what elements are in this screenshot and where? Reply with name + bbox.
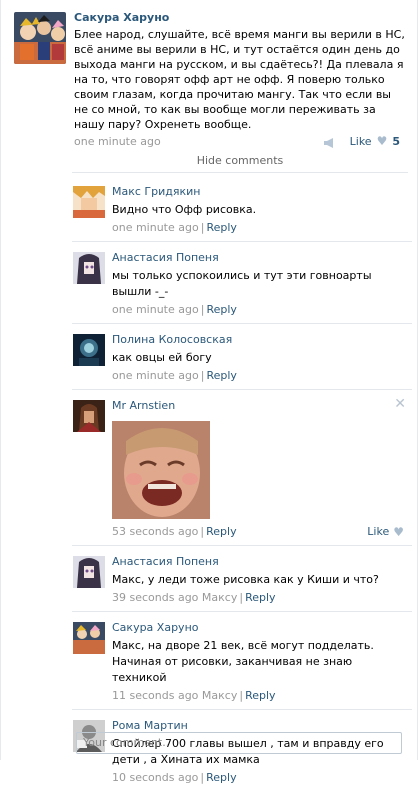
reply-to-name[interactable]: Максу bbox=[202, 689, 237, 702]
comment-text: Макс, на дворе 21 век, всё могут поддела… bbox=[112, 639, 374, 684]
comment-text: мы только успокоились и тут эти говноарт… bbox=[112, 269, 372, 298]
comment-author[interactable]: Полина Колосовская bbox=[112, 332, 408, 347]
comment-body: Сакура Харуно Макс, на дворе 21 век, всё… bbox=[112, 620, 408, 703]
post-author[interactable]: Сакура Харуно bbox=[74, 10, 408, 25]
comment: Полина Колосовская как овцы ей богу one … bbox=[72, 323, 412, 389]
avatar[interactable] bbox=[14, 12, 66, 64]
reply-button[interactable]: Reply bbox=[245, 591, 275, 604]
megaphone-icon[interactable] bbox=[323, 137, 337, 148]
comment-text: Видно что Офф рисовка. bbox=[112, 203, 257, 216]
avatar[interactable] bbox=[73, 186, 105, 218]
comment-author[interactable]: Макс Гридякин bbox=[112, 184, 408, 199]
separator: | bbox=[239, 689, 244, 702]
comment-time[interactable]: 53 seconds ago bbox=[112, 525, 198, 538]
comment-like[interactable]: Like ♥ bbox=[367, 525, 404, 539]
comment: ✕ Mr Arnstien 53 seconds ago | Reply Lik… bbox=[72, 389, 412, 545]
comment-body: Mr Arnstien 53 seconds ago | Reply Like … bbox=[112, 398, 408, 539]
comment: Анастасия Попеня Макс, у леди тоже рисов… bbox=[72, 545, 412, 611]
like-button[interactable]: Like bbox=[367, 525, 389, 539]
comment-time[interactable]: 39 seconds ago bbox=[112, 591, 198, 604]
comment-time[interactable]: one minute ago bbox=[112, 221, 199, 234]
separator: | bbox=[200, 525, 205, 538]
separator: | bbox=[200, 221, 205, 234]
close-icon[interactable]: ✕ bbox=[394, 396, 406, 412]
like-count: 5 bbox=[392, 135, 400, 148]
comment-body: Анастасия Попеня Макс, у леди тоже рисов… bbox=[112, 554, 408, 605]
comment-body: Анастасия Попеня мы только успокоились и… bbox=[112, 250, 408, 317]
post-actions: Like ♥ 5 bbox=[323, 134, 400, 149]
avatar[interactable] bbox=[73, 622, 105, 654]
comment-author[interactable]: Анастасия Попеня bbox=[112, 554, 408, 569]
avatar[interactable] bbox=[73, 556, 105, 588]
comment-meta: one minute ago | Reply bbox=[112, 221, 408, 235]
comment-meta: one minute ago | Reply bbox=[112, 303, 408, 317]
comment-text: Макс, у леди тоже рисовка как у Киши и ч… bbox=[112, 573, 379, 586]
comment-time[interactable]: 11 seconds ago bbox=[112, 689, 198, 702]
avatar[interactable] bbox=[73, 334, 105, 366]
comment-meta: one minute ago | Reply bbox=[112, 369, 408, 383]
comment-meta: 11 seconds ago Максу | Reply bbox=[112, 689, 408, 703]
comments-list: Макс Гридякин Видно что Офф рисовка. one… bbox=[72, 176, 412, 791]
avatar[interactable] bbox=[73, 252, 105, 284]
heart-icon[interactable]: ♥ bbox=[393, 525, 404, 539]
comment-author[interactable]: Анастасия Попеня bbox=[112, 250, 408, 265]
comment: Сакура Харуно Макс, на дворе 21 век, всё… bbox=[72, 611, 412, 709]
comment-author[interactable]: Mr Arnstien bbox=[112, 398, 408, 413]
separator: | bbox=[239, 591, 244, 604]
comment-author[interactable]: Рома Мартин bbox=[112, 718, 408, 733]
comment-input[interactable]: Your comment.. bbox=[76, 732, 402, 754]
reply-button[interactable]: Reply bbox=[206, 303, 236, 316]
reply-button[interactable]: Reply bbox=[206, 771, 236, 784]
comment: Анастасия Попеня мы только успокоились и… bbox=[72, 241, 412, 323]
attached-photo[interactable] bbox=[112, 421, 210, 519]
post-time[interactable]: one minute ago bbox=[74, 135, 161, 148]
reply-button[interactable]: Reply bbox=[206, 525, 236, 538]
post-body: Сакура Харуно Блее народ, слушайте, всё … bbox=[74, 10, 408, 150]
comment-body: Полина Колосовская как овцы ей богу one … bbox=[112, 332, 408, 383]
comment: Макс Гридякин Видно что Офф рисовка. one… bbox=[72, 176, 412, 241]
reply-button[interactable]: Reply bbox=[245, 689, 275, 702]
hide-comments-button[interactable]: Hide comments bbox=[72, 150, 408, 173]
comment-meta: 10 seconds ago | Reply bbox=[112, 771, 408, 785]
comment-body: Макс Гридякин Видно что Офф рисовка. one… bbox=[112, 184, 408, 235]
separator: | bbox=[200, 771, 205, 784]
comment-meta: 53 seconds ago | Reply Like ♥ bbox=[112, 525, 408, 539]
comment-time[interactable]: one minute ago bbox=[112, 303, 199, 316]
left-border bbox=[0, 0, 1, 760]
reply-button[interactable]: Reply bbox=[206, 369, 236, 382]
like-button[interactable]: Like bbox=[350, 134, 372, 149]
comment-meta: 39 seconds ago Максу | Reply bbox=[112, 591, 408, 605]
comment-author[interactable]: Сакура Харуно bbox=[112, 620, 408, 635]
avatar[interactable] bbox=[73, 400, 105, 432]
comment-time[interactable]: 10 seconds ago bbox=[112, 771, 198, 784]
reply-button[interactable]: Reply bbox=[206, 221, 236, 234]
comment-time[interactable]: one minute ago bbox=[112, 369, 199, 382]
separator: | bbox=[200, 303, 205, 316]
post-text: Блее народ, слушайте, всё время манги вы… bbox=[74, 28, 405, 131]
comment-text: как овцы ей богу bbox=[112, 351, 212, 364]
heart-icon[interactable]: ♥ bbox=[377, 134, 388, 149]
post-meta: one minute ago Like ♥ 5 bbox=[74, 134, 408, 150]
separator: | bbox=[200, 369, 205, 382]
reply-to-name[interactable]: Максу bbox=[202, 591, 237, 604]
